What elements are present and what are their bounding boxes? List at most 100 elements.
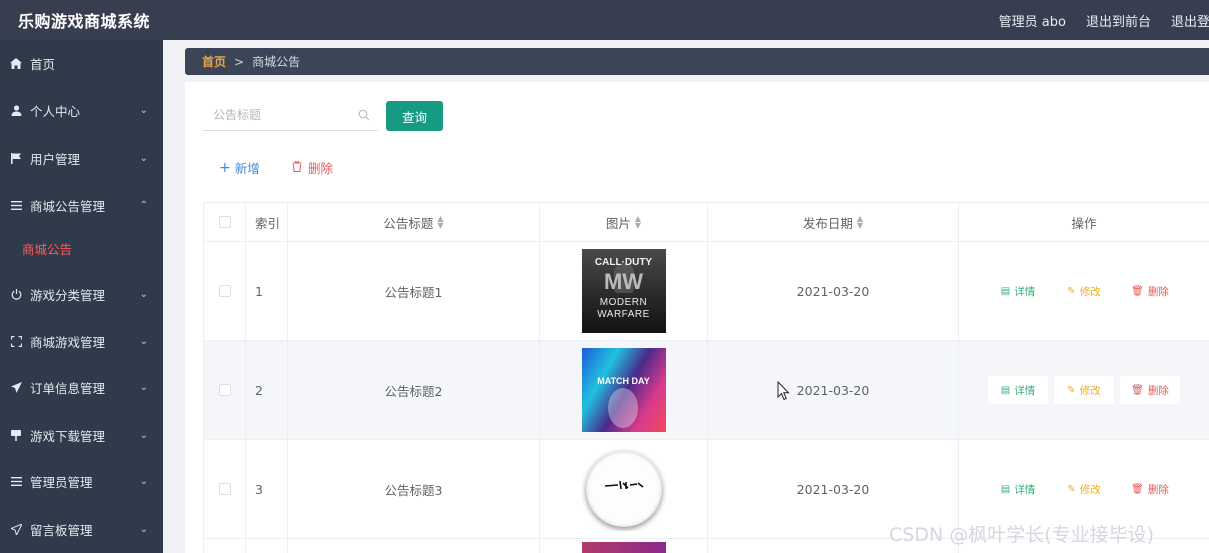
row-index: 1 [245,242,287,340]
logout-link[interactable]: 退出登录 [1171,11,1209,30]
search-input[interactable] [213,108,353,122]
sidebar-item-admin-management[interactable]: 管理员管理 ⌄ [0,459,163,503]
row-index: 2 [245,341,287,439]
fullscreen-icon [9,335,23,347]
main-panel: 查询 + 新增 删除 索引 公告标题 ▲▼ 图片 ▲▼ 发布日期 ▲ [185,82,1209,553]
sidebar-item-label: 用户管理 [30,151,81,167]
row-checkbox[interactable] [218,384,231,396]
header-date[interactable]: 发布日期 ▲ ▼ [707,203,958,241]
delete-button[interactable]: 🗑 删除 [1120,376,1180,404]
mouse-cursor-icon [777,381,790,401]
sidebar-item-notice-management[interactable]: 商城公告管理 ⌃ [0,183,163,227]
user-icon [9,104,23,116]
detail-label: 详情 [1014,285,1036,298]
chevron-down-icon: ⌄ [139,104,148,116]
edit-label: 修改 [1079,483,1101,496]
sidebar-item-game-category[interactable]: 游戏分类管理 ⌄ [0,272,163,316]
chevron-down-icon: ⌄ [139,152,148,164]
breadcrumb: 首页 > 商城公告 [185,48,1209,75]
sidebar-item-download-management[interactable]: 游戏下载管理 ⌄ [0,413,163,457]
select-all-checkbox[interactable] [218,216,231,228]
cover-image [581,542,666,553]
header-date-label: 发布日期 [802,215,853,231]
row-date: 2021-03-20 [707,341,958,439]
row-checkbox[interactable] [218,285,231,297]
sort-icon[interactable]: ▲ ▼ [635,215,641,230]
table-header-row: 索引 公告标题 ▲ ▼ 图片 ▲ ▼ 发布日期 ▲ ▼ 操作 [203,202,1209,242]
sidebar-item-label: 首页 [30,56,56,72]
sidebar-item-order-management[interactable]: 订单信息管理 ⌄ [0,365,163,409]
search-box [203,101,378,131]
delete-label: 删除 [1147,285,1169,298]
sidebar-item-label: 个人中心 [30,103,81,119]
cover-text: WARFARE [597,309,650,320]
detail-button[interactable]: ▤ 详情 [988,277,1048,305]
batch-delete-button[interactable]: 删除 [292,158,333,177]
edit-label: 修改 [1079,285,1101,298]
send-icon [9,523,23,535]
chevron-down-icon: ⌄ [139,523,148,535]
document-icon: ▤ [1000,483,1011,495]
header-image[interactable]: 图片 ▲ ▼ [539,203,707,241]
row-date: 2021-03-20 [707,242,958,340]
delete-button[interactable]: 🗑 删除 [1120,475,1180,503]
query-button[interactable]: 查询 [386,101,443,131]
table-row: 1 公告标题1 CALL·DUTY MW MODERN WARFARE 2021… [203,242,1209,341]
detail-label: 详情 [1014,384,1036,397]
row-checkbox-cell [203,539,245,553]
pencil-icon: ✎ [1067,483,1076,495]
sort-icon[interactable]: ▲ ▼ [857,215,863,230]
detail-label: 详情 [1014,483,1036,496]
plus-icon: + [219,159,231,176]
detail-button[interactable]: ▤ 详情 [988,376,1048,404]
row-image-cell: MATCH DAY [539,341,707,439]
row-ops: ▤ 详情 ✎ 修改 🗑 删除 [958,242,1209,340]
breadcrumb-home-link[interactable]: 首页 [202,53,226,70]
trash-icon [292,160,302,175]
sidebar: 首页 个人中心 ⌄ 用户管理 ⌄ 商城公告管理 ⌃ 商城公告 游戏分类管理 ⌄ [0,40,163,553]
header-ops: 操作 [958,203,1209,241]
cover-text: MW [603,269,644,294]
delete-button[interactable]: 🗑 删除 [1120,277,1180,305]
row-checkbox[interactable] [218,483,231,495]
cover-text: CALL·DUTY [594,257,653,268]
calligraphy-cover-image [581,447,666,531]
edit-button[interactable]: ✎ 修改 [1054,376,1114,404]
home-icon [9,57,23,69]
edit-button[interactable]: ✎ 修改 [1054,475,1114,503]
watermark: CSDN @枫叶学长(专业接毕设) [889,524,1155,546]
header-title[interactable]: 公告标题 ▲ ▼ [287,203,539,241]
sidebar-item-game-management[interactable]: 商城游戏管理 ⌄ [0,319,163,363]
add-button[interactable]: + 新增 [219,158,260,177]
sidebar-subitem-notice[interactable]: 商城公告 [0,228,163,268]
sidebar-item-home[interactable]: 首页 [0,41,163,85]
edit-button[interactable]: ✎ 修改 [1054,277,1114,305]
trash-icon: 🗑 [1131,384,1144,396]
detail-button[interactable]: ▤ 详情 [988,475,1048,503]
row-title: 公告标题1 [287,242,539,340]
sidebar-item-label: 商城游戏管理 [30,334,106,350]
sidebar-item-label: 游戏分类管理 [30,287,106,303]
row-index: 3 [245,440,287,538]
flag-icon [9,152,23,164]
menu-lines-icon [9,476,23,486]
chevron-down-icon: ⌄ [139,475,148,487]
sidebar-item-user-management[interactable]: 用户管理 ⌄ [0,136,163,180]
document-icon: ▤ [1000,285,1011,297]
app-title: 乐购游戏商城系统 [18,12,151,31]
row-checkbox-cell [203,440,245,538]
sort-icon[interactable]: ▲ ▼ [437,215,443,230]
sidebar-item-message-board[interactable]: 留言板管理 ⌄ [0,507,163,551]
back-to-front-link[interactable]: 退出到前台 [1086,11,1151,30]
sidebar-item-personal-center[interactable]: 个人中心 ⌄ [0,88,163,132]
chevron-down-icon: ⌄ [139,335,148,347]
row-ops: ▤ 详情 ✎ 修改 🗑 删除 [958,341,1209,439]
search-icon[interactable] [358,109,370,124]
chevron-up-icon: ⌃ [139,199,148,211]
header-image-label: 图片 [605,215,631,231]
top-links: 管理员 abo 退出到前台 退出登录 [979,0,1209,40]
chevron-down-icon: ⌄ [139,429,148,441]
download-icon [9,429,23,441]
delete-label: 删除 [1147,384,1169,397]
row-index [245,539,287,553]
